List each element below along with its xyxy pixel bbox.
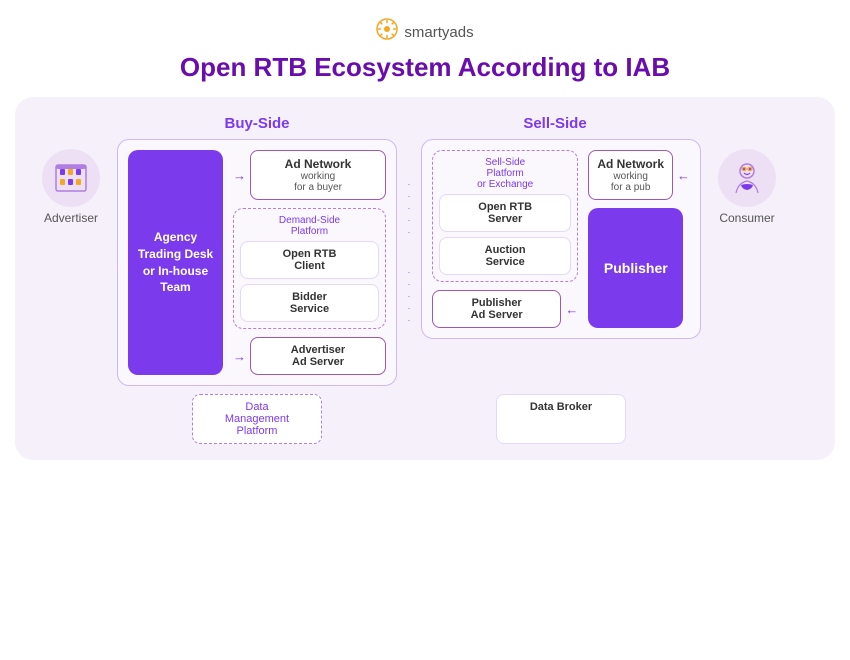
dsp-label: Demand-Side Platform: [240, 215, 379, 237]
buy-ad-network-row: → Ad Network working for a buyer: [233, 150, 386, 200]
publisher-block: Publisher: [588, 208, 683, 328]
page-title: Open RTB Ecosystem According to IAB: [180, 52, 670, 83]
publisher-ad-server-box: Publisher Ad Server: [432, 290, 561, 328]
advertiser-ad-server-box: Advertiser Ad Server: [250, 337, 386, 375]
bidder-service-text: Bidder Service: [290, 291, 329, 315]
section-labels: Buy-Side Sell-Side: [31, 115, 819, 133]
buy-side-box: Agency Trading Desk or In-house Team → A…: [117, 139, 397, 386]
advertiser-ad-server-text: Advertiser Ad Server: [291, 344, 345, 368]
consumer-icon-circle: [718, 149, 776, 207]
sell-side-label: Sell-Side: [415, 115, 695, 133]
publisher-ad-server-row: Publisher Ad Server ←: [432, 290, 578, 328]
middle-connector: · · · · · · · · · ·: [403, 139, 415, 325]
arrow-to-publisher: ←: [677, 168, 690, 183]
agency-text: Agency Trading Desk or In-house Team: [138, 229, 213, 296]
sell-middle-column: Sell-Side Platform or Exchange Open RTB …: [432, 150, 578, 328]
bottom-boxes: Data Management Platform Data Broker: [31, 394, 819, 444]
buy-side-label: Buy-Side: [117, 115, 397, 133]
buy-bottom-box: Data Management Platform: [117, 394, 397, 444]
sell-label-text: Sell-Side: [523, 115, 586, 132]
sell-ad-network-title: Ad Network: [597, 157, 664, 171]
publisher-ad-server-text: Publisher Ad Server: [471, 297, 523, 321]
data-broker-text: Data Broker: [530, 401, 592, 413]
sell-side-box: Sell-Side Platform or Exchange Open RTB …: [421, 139, 701, 339]
open-rtb-server-box: Open RTB Server: [439, 194, 571, 232]
buy-ad-network-box: Ad Network working for a buyer: [250, 150, 386, 200]
advertiser-label: Advertiser: [44, 211, 98, 225]
publisher-text: Publisher: [604, 260, 668, 276]
consumer-column: Consumer: [707, 139, 787, 225]
sell-ad-network-box: Ad Network working for a pub: [588, 150, 673, 200]
dotted-line-bottom: · · · · ·: [408, 267, 411, 325]
sell-bottom-box: Data Broker: [421, 394, 701, 444]
dsp-container: Demand-Side Platform Open RTB Client Bid…: [233, 208, 386, 329]
ssp-label: Sell-Side Platform or Exchange: [439, 157, 571, 190]
advertiser-ad-server-row: → Advertiser Ad Server: [233, 337, 386, 375]
diagram-container: Buy-Side Sell-Side: [15, 97, 835, 460]
agency-block: Agency Trading Desk or In-house Team: [128, 150, 223, 375]
open-rtb-client-text: Open RTB Client: [283, 248, 337, 272]
page: smartyads Open RTB Ecosystem According t…: [0, 0, 850, 660]
bidder-service-box: Bidder Service: [240, 284, 379, 322]
buy-ad-network-sub: working for a buyer: [259, 171, 377, 193]
dmp-text: Data Management Platform: [225, 401, 289, 437]
dotted-line-top: · · · · ·: [408, 179, 411, 237]
logo-area: smartyads: [376, 18, 473, 46]
buy-ad-network-title: Ad Network: [259, 157, 377, 171]
arrow-to-adnetwork: →: [233, 168, 246, 183]
sell-ad-network-row: Ad Network working for a pub ←: [588, 150, 690, 200]
dmp-box: Data Management Platform: [192, 394, 322, 444]
logo-text: smartyads: [404, 24, 473, 41]
data-broker-box: Data Broker: [496, 394, 626, 444]
arrow-from-pub-adserver: ←: [565, 302, 578, 317]
buy-label-text: Buy-Side: [224, 115, 289, 132]
auction-service-box: Auction Service: [439, 237, 571, 275]
advertiser-icon-circle: [42, 149, 100, 207]
sell-ad-network-sub: working for a pub: [597, 171, 664, 193]
ssp-container: Sell-Side Platform or Exchange Open RTB …: [432, 150, 578, 282]
open-rtb-server-text: Open RTB Server: [478, 201, 532, 225]
diagram-body: Advertiser Agency Trading Desk or In-hou…: [31, 139, 819, 386]
sell-right-column: Ad Network working for a pub ← Publisher: [588, 150, 690, 328]
consumer-label: Consumer: [719, 211, 774, 225]
arrow-to-adserver: →: [233, 349, 246, 364]
open-rtb-client-box: Open RTB Client: [240, 241, 379, 279]
logo-icon: [376, 18, 398, 46]
auction-service-text: Auction Service: [485, 244, 526, 268]
advertiser-column: Advertiser: [31, 139, 111, 225]
buy-middle-column: → Ad Network working for a buyer Demand-…: [233, 150, 386, 375]
